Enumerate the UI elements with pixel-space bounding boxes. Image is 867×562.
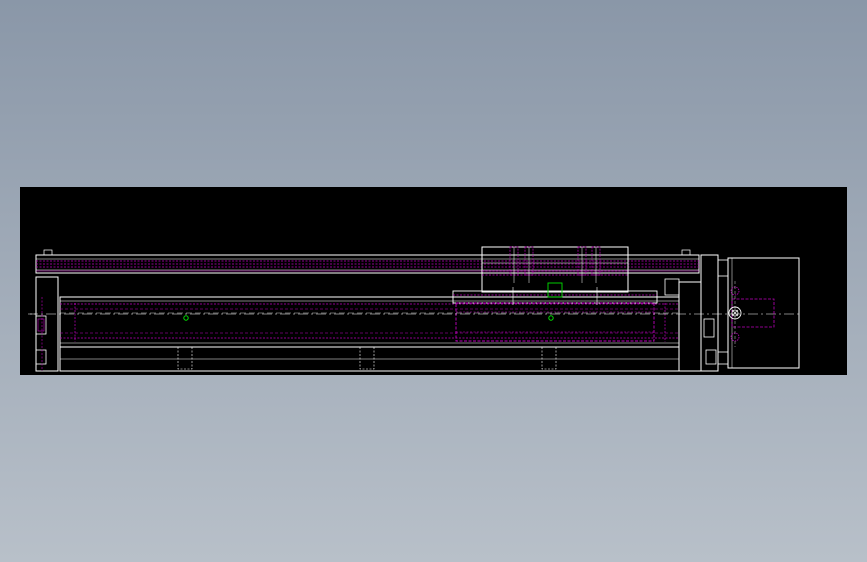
main-body — [59, 296, 680, 372]
top-beam — [35, 249, 700, 274]
drawing-canvas[interactable] — [20, 187, 847, 375]
center-markers — [183, 315, 554, 321]
motor-flange — [727, 257, 800, 369]
viewport-background — [0, 0, 867, 562]
carriage-block — [481, 246, 629, 293]
linear-module-drawing — [28, 246, 800, 372]
left-end-plate — [30, 276, 59, 372]
